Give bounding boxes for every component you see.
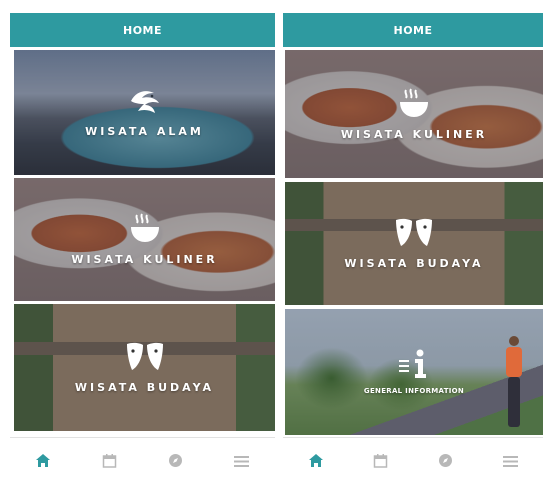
tab-compass[interactable] bbox=[431, 447, 461, 477]
card-wisata-kuliner[interactable]: WISATA KULINER bbox=[285, 50, 543, 178]
card-label: WISATA ALAM bbox=[85, 125, 204, 138]
calendar-icon bbox=[373, 453, 388, 472]
header-title: HOME bbox=[122, 23, 163, 37]
compass-icon bbox=[438, 453, 453, 472]
card-general-information[interactable]: GENERAL INFORMATION bbox=[285, 309, 543, 435]
header-bar: HOME bbox=[283, 13, 543, 47]
card-label: WISATA BUDAYA bbox=[74, 381, 215, 394]
bowl-icon bbox=[396, 87, 432, 120]
masks-icon bbox=[394, 217, 434, 249]
bottom-tab-bar bbox=[283, 437, 543, 485]
card-wisata-kuliner[interactable]: WISATA KULINER bbox=[14, 178, 275, 301]
bowl-icon bbox=[127, 213, 163, 245]
header-title: HOME bbox=[393, 23, 433, 37]
tab-compass[interactable] bbox=[161, 447, 191, 477]
card-wisata-alam[interactable]: WISATA ALAM bbox=[14, 50, 275, 175]
card-label: WISATA KULINER bbox=[71, 253, 218, 266]
card-wisata-budaya[interactable]: WISATA BUDAYA bbox=[14, 304, 275, 431]
phone-screen-right: HOME WISATA KULINER WISATA BUDAYA GENERA… bbox=[283, 0, 547, 485]
phone-screen-left: HOME WISATA ALAM WISATA KULINER WISATA B… bbox=[0, 0, 275, 485]
home-icon bbox=[308, 453, 324, 472]
tab-home[interactable] bbox=[28, 447, 58, 477]
compass-icon bbox=[168, 453, 183, 472]
bird-icon bbox=[128, 87, 162, 117]
home-icon bbox=[35, 453, 51, 472]
tab-calendar[interactable] bbox=[366, 447, 396, 477]
card-label: GENERAL INFORMATION bbox=[363, 387, 465, 395]
tab-menu[interactable] bbox=[227, 447, 257, 477]
card-label: WISATA KULINER bbox=[340, 127, 488, 141]
menu-icon bbox=[234, 453, 250, 472]
bottom-tab-bar bbox=[10, 437, 275, 485]
card-label: WISATA BUDAYA bbox=[344, 257, 484, 270]
tab-calendar[interactable] bbox=[94, 447, 124, 477]
masks-icon bbox=[125, 341, 165, 373]
info-icon bbox=[397, 349, 431, 379]
menu-icon bbox=[503, 453, 518, 472]
header-bar: HOME bbox=[10, 13, 275, 47]
calendar-icon bbox=[102, 453, 117, 472]
tab-home[interactable] bbox=[301, 447, 331, 477]
card-wisata-budaya[interactable]: WISATA BUDAYA bbox=[285, 182, 543, 305]
tab-menu[interactable] bbox=[496, 447, 526, 477]
